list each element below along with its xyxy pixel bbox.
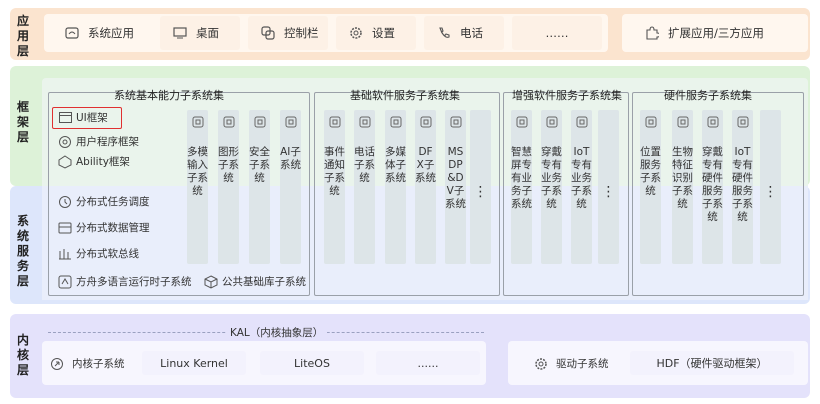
sys-item-data-management: 分布式数据管理 bbox=[58, 220, 150, 235]
app-item-controlbar: 控制栏 bbox=[248, 16, 328, 50]
subsystem-label: DFX子系统 bbox=[415, 146, 436, 184]
subsystem-label: MSDP&DV子系统 bbox=[445, 146, 466, 210]
subsystem-icon bbox=[354, 116, 375, 130]
ui-icon bbox=[58, 111, 72, 125]
subsystem-icon bbox=[218, 116, 239, 130]
app-item-desktop: 桌面 bbox=[160, 16, 240, 50]
driver-subsystem-label: 驱动子系统 bbox=[534, 356, 609, 371]
ark-runtime-icon bbox=[58, 275, 72, 289]
group-title-hardware: 硬件服务子系统集 bbox=[664, 89, 752, 102]
subsystem-label: 穿戴专有业务子系统 bbox=[541, 146, 562, 210]
app-item-extension: 扩展应用/三方应用 bbox=[622, 14, 808, 52]
subsystem-label: 位置服务子系统 bbox=[640, 146, 661, 197]
subsystem-label: IoT专有业务子系统 bbox=[571, 146, 592, 210]
app-item-settings: 设置 bbox=[336, 16, 416, 50]
subsystem-label: 事件通知子系统 bbox=[324, 146, 345, 197]
sys-item-task-scheduling: 分布式任务调度 bbox=[58, 194, 150, 209]
gear-icon bbox=[348, 25, 364, 41]
subsystem-label: 安全子系统 bbox=[249, 146, 270, 184]
subsystem-column bbox=[354, 110, 375, 264]
group-title-basic-software: 基础软件服务子系统集 bbox=[350, 89, 460, 102]
kernel-item-linux: Linux Kernel bbox=[142, 351, 246, 375]
desktop-icon bbox=[172, 25, 188, 41]
kernel-subsystem-label: 内核子系统 bbox=[50, 356, 125, 371]
subsystem-label: 生物特征识别子系统 bbox=[672, 146, 693, 210]
more-columns-indicator: ⋮ bbox=[473, 184, 488, 200]
more-columns-indicator: ⋮ bbox=[763, 184, 778, 200]
system-app-icon bbox=[64, 25, 80, 41]
app-item-system: 系统应用 bbox=[52, 16, 152, 50]
subsystem-icon bbox=[415, 116, 436, 130]
subsystem-icon bbox=[511, 116, 532, 130]
group-title-basic-capability: 系统基本能力子系统集 bbox=[114, 89, 224, 102]
subsystem-label: IoT专有硬件服务子系统 bbox=[732, 146, 753, 223]
group-title-enhanced-software: 增强软件服务子系统集 bbox=[512, 89, 622, 102]
kal-label: KAL（内核抽象层） bbox=[226, 325, 328, 340]
subsystem-icon bbox=[702, 116, 723, 130]
puzzle-icon bbox=[644, 25, 660, 41]
architecture-diagram: 应用层 框架层 系统服务层 内核层 系统应用 桌面 控制栏 设置 电话 …… 扩… bbox=[0, 0, 820, 404]
framework-layer-label: 框架层 bbox=[16, 100, 29, 144]
sys-item-ark-runtime: 方舟多语言运行时子系统 bbox=[58, 274, 192, 289]
app-item-more: …… bbox=[512, 16, 602, 50]
hdf-box: HDF（硬件驱动框架） bbox=[630, 351, 794, 375]
subsystem-icon bbox=[571, 116, 592, 130]
subsystem-label: 多媒体子系统 bbox=[385, 146, 406, 184]
user-program-icon bbox=[58, 135, 72, 149]
sys-item-common-library: 公共基础库子系统 bbox=[204, 274, 306, 289]
subsystem-column bbox=[385, 110, 406, 264]
app-item-phone: 电话 bbox=[424, 16, 504, 50]
task-scheduling-icon bbox=[58, 195, 72, 209]
subsystem-column bbox=[415, 110, 436, 264]
subsystem-column bbox=[249, 110, 270, 264]
control-bar-icon bbox=[260, 25, 276, 41]
subsystem-icon bbox=[732, 116, 753, 130]
subsystem-label: AI子系统 bbox=[280, 146, 301, 171]
subsystem-label: 电话子系统 bbox=[354, 146, 375, 184]
ability-icon bbox=[58, 154, 72, 169]
frame-item-ability: Ability框架 bbox=[58, 154, 130, 169]
subsystem-column bbox=[218, 110, 239, 264]
frame-item-user-program: 用户程序框架 bbox=[58, 134, 139, 149]
subsystem-label: 图形子系统 bbox=[218, 146, 239, 184]
kernel-icon bbox=[50, 357, 66, 371]
subsystem-icon bbox=[249, 116, 270, 130]
more-columns-indicator: ⋮ bbox=[601, 184, 616, 200]
subsystem-label: 智慧屏专有业务子系统 bbox=[511, 146, 532, 210]
sys-item-softbus: 分布式软总线 bbox=[58, 246, 139, 261]
softbus-icon bbox=[58, 247, 72, 261]
subsystem-label: 多模输入子系统 bbox=[187, 146, 208, 197]
subsystem-icon bbox=[385, 116, 406, 130]
subsystem-icon bbox=[640, 116, 661, 130]
phone-icon bbox=[436, 25, 452, 41]
subsystem-icon bbox=[324, 116, 345, 130]
subsystem-column bbox=[280, 110, 301, 264]
subsystem-icon bbox=[187, 116, 208, 130]
subsystem-icon bbox=[672, 116, 693, 130]
subsystem-label: 穿戴专有硬件服务子系统 bbox=[702, 146, 723, 223]
kernel-item-liteos: LiteOS bbox=[260, 351, 364, 375]
subsystem-icon bbox=[445, 116, 466, 130]
driver-gear-icon bbox=[534, 357, 550, 371]
frame-item-ui: UI框架 bbox=[58, 110, 108, 125]
subsystem-icon bbox=[280, 116, 301, 130]
kernel-layer-label: 内核层 bbox=[16, 333, 29, 377]
common-library-icon bbox=[204, 274, 218, 289]
subsystem-icon bbox=[541, 116, 562, 130]
kernel-item-more: ...... bbox=[376, 351, 480, 375]
app-layer-label: 应用层 bbox=[16, 14, 29, 58]
system-service-layer-label: 系统服务层 bbox=[16, 214, 29, 288]
data-management-icon bbox=[58, 221, 72, 235]
